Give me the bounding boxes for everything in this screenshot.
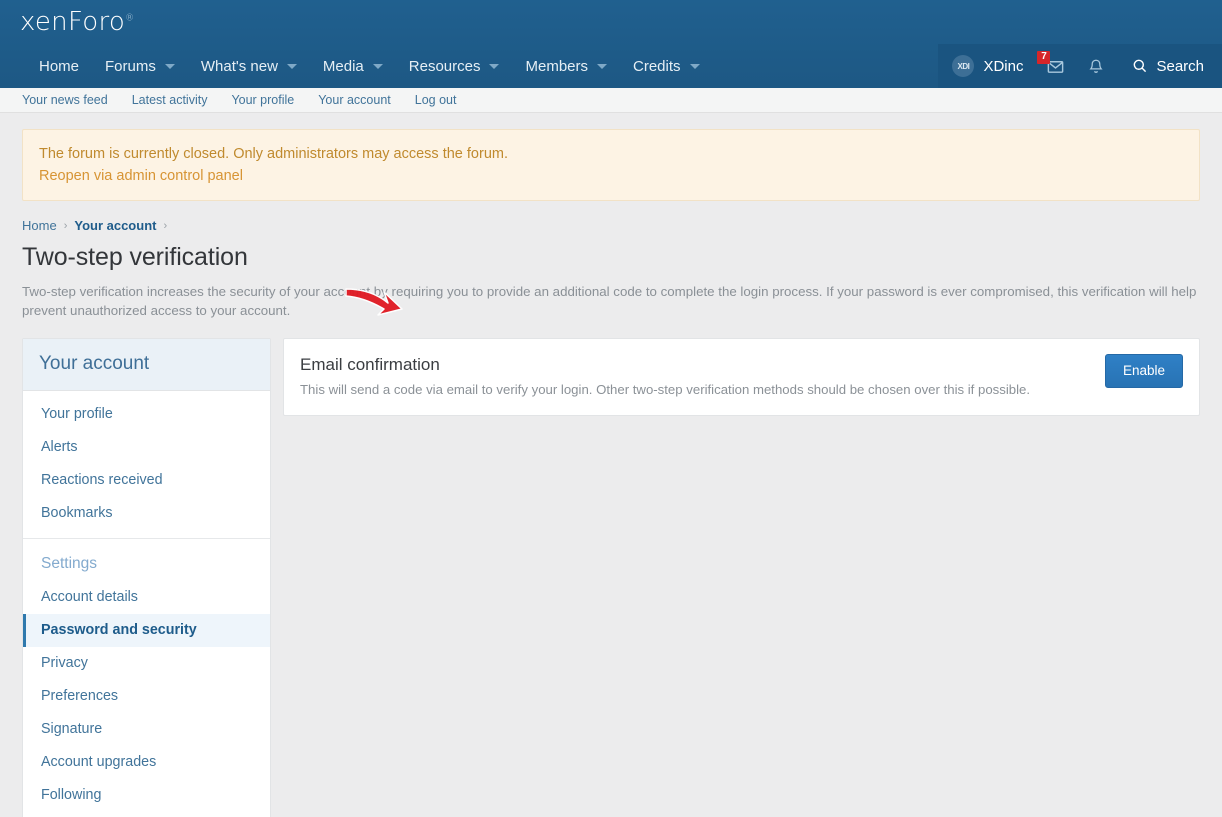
sidebar-item-account-upgrades[interactable]: Account upgrades (23, 746, 270, 779)
bell-icon (1089, 59, 1104, 73)
nav-label: Media (322, 57, 364, 75)
subnav-item-your-news-feed[interactable]: Your news feed (22, 93, 108, 107)
breadcrumb-your-account[interactable]: Your account (74, 218, 156, 233)
sidebar-item-account-details[interactable]: Account details (23, 581, 270, 614)
sidebar-item-bookmarks[interactable]: Bookmarks (23, 497, 270, 530)
breadcrumb-separator-icon: › (163, 219, 168, 232)
sidebar-item-privacy[interactable]: Privacy (23, 647, 270, 680)
site-logo[interactable]: xenForo® (20, 9, 134, 35)
page-title: Two-step verification (22, 243, 248, 271)
breadcrumb-separator-icon: › (63, 219, 68, 232)
page-description: Two-step verification increases the secu… (22, 284, 1197, 318)
avatar-text: XDI (957, 61, 970, 71)
sidebar-item-your-profile[interactable]: Your profile (23, 398, 270, 431)
conversations-badge: 7 (1037, 51, 1051, 64)
sidebar-group-settings: Settings Account details Password and se… (23, 538, 270, 817)
chevron-down-icon[interactable] (597, 63, 607, 69)
nav-label: Members (525, 57, 588, 75)
breadcrumb-home[interactable]: Home (22, 218, 57, 233)
sidebar-subheading-settings: Settings (41, 555, 98, 572)
nav-item-forums[interactable]: Forums (92, 44, 188, 88)
search-icon (1134, 59, 1147, 73)
visitor-block: XDI XDinc 7 (938, 44, 1117, 88)
nav-item-whats-new[interactable]: What's new (188, 44, 310, 88)
page-container: The forum is currently closed. Only admi… (0, 129, 1222, 817)
chevron-down-icon[interactable] (489, 63, 500, 69)
visitor-name: XDinc (983, 57, 1024, 75)
notice-reopen-link[interactable]: Reopen via admin control panel (39, 168, 243, 184)
nav-item-members[interactable]: Members (512, 44, 620, 88)
subnav-item-your-profile[interactable]: Your profile (231, 93, 294, 107)
chevron-down-icon[interactable] (689, 63, 700, 69)
content-columns: Your account Your profile Alerts Reactio… (22, 338, 1200, 817)
sidebar-item-preferences[interactable]: Preferences (23, 680, 270, 713)
search-button[interactable]: Search (1116, 44, 1222, 88)
nav-label: Home (39, 57, 80, 75)
nav-label: Forums (105, 57, 156, 75)
email-confirmation-card: Email confirmation This will send a code… (283, 338, 1200, 416)
main-content: Email confirmation This will send a code… (283, 338, 1200, 416)
sidebar-item-following[interactable]: Following (23, 779, 270, 812)
subnav-item-your-account[interactable]: Your account (318, 93, 391, 107)
logo-registered-mark: ® (125, 13, 135, 24)
conversations-button[interactable]: 7 (1035, 44, 1076, 88)
breadcrumb: Home › Your account › (22, 218, 1200, 233)
main-navigation: Home Forums What's new Media Resources M… (0, 44, 1222, 88)
nav-item-media[interactable]: Media (310, 44, 396, 88)
nav-label: Credits (633, 57, 681, 75)
sidebar-item-signature[interactable]: Signature (23, 713, 270, 746)
notice-message: The forum is currently closed. Only admi… (39, 146, 508, 162)
account-subnav: Your news feed Latest activity Your prof… (0, 88, 1222, 113)
forum-closed-notice: The forum is currently closed. Only admi… (22, 129, 1200, 201)
sidebar-header: Your account (23, 339, 270, 391)
site-header: xenForo® Home Forums What's new Media Re… (0, 0, 1222, 88)
card-body: Email confirmation This will send a code… (300, 354, 1089, 399)
card-description: This will send a code via email to verif… (300, 382, 1031, 397)
sidebar-item-password-and-security[interactable]: Password and security (23, 614, 270, 647)
account-sidebar: Your account Your profile Alerts Reactio… (22, 338, 271, 817)
alerts-button[interactable] (1076, 44, 1116, 88)
nav-item-resources[interactable]: Resources (396, 44, 513, 88)
logo-row: xenForo® (0, 0, 1222, 44)
sidebar-item-ignoring[interactable]: Ignoring (23, 812, 270, 817)
nav-item-credits[interactable]: Credits (620, 44, 713, 88)
search-label: Search (1156, 57, 1204, 75)
visitor-menu[interactable]: XDI XDinc (938, 44, 1035, 88)
nav-label: What's new (200, 57, 278, 75)
nav-right-group: XDI XDinc 7 Search (938, 44, 1222, 88)
enable-button[interactable]: Enable (1104, 354, 1183, 388)
sidebar-item-alerts[interactable]: Alerts (23, 431, 270, 464)
sidebar-group-account: Your profile Alerts Reactions received B… (23, 391, 270, 538)
avatar-icon: XDI (952, 55, 975, 77)
chevron-down-icon[interactable] (164, 63, 175, 69)
subnav-item-latest-activity[interactable]: Latest activity (132, 93, 208, 107)
nav-items: Home Forums What's new Media Resources M… (0, 44, 713, 88)
subnav-item-log-out[interactable]: Log out (415, 93, 457, 107)
nav-label: Resources (408, 57, 481, 75)
card-title: Email confirmation (300, 355, 440, 374)
chevron-down-icon[interactable] (372, 63, 383, 69)
sidebar-item-reactions-received[interactable]: Reactions received (23, 464, 270, 497)
logo-text: xenForo (20, 7, 126, 37)
nav-item-home[interactable]: Home (26, 44, 92, 88)
chevron-down-icon[interactable] (286, 63, 297, 69)
